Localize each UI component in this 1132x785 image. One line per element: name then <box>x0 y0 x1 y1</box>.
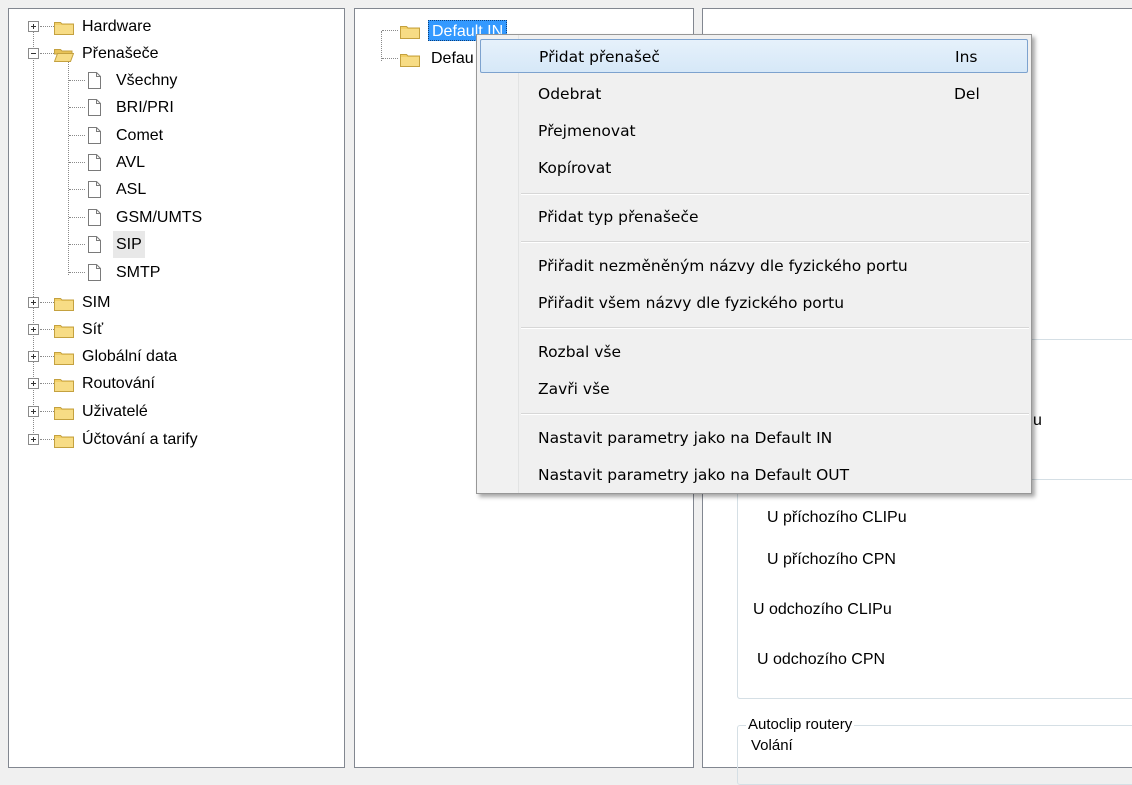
file-icon <box>88 181 101 198</box>
menu-item-label: Přiřadit nezměněným názvy dle fyzického … <box>538 257 908 275</box>
tree-item-label: SIM <box>82 294 111 311</box>
tree-item-sit[interactable]: Síť <box>9 316 339 343</box>
tree-item-label: Routování <box>82 375 155 392</box>
expand-icon[interactable] <box>28 297 39 308</box>
tree-item-label: Všechny <box>116 72 178 89</box>
tree-item-hardware[interactable]: Hardware <box>9 13 339 40</box>
menu-item-odebrat[interactable]: Odebrat Del <box>480 77 1028 111</box>
menu-item-label: Přejmenovat <box>538 122 636 140</box>
volani-label: Volání <box>751 737 793 754</box>
tree-item-label: AVL <box>116 154 146 171</box>
tree-item-label: Comet <box>116 127 164 144</box>
tree-item-label: Účtování a tarify <box>82 431 198 448</box>
menu-item-priradit-vsem[interactable]: Přiřadit všem názvy dle fyzického portu <box>480 286 1028 320</box>
menu-shortcut: Del <box>954 85 980 103</box>
menu-item-pridat-prenasec[interactable]: Přidat přenašeč Ins <box>480 39 1028 73</box>
menu-item-zavri-vse[interactable]: Zavři vše <box>480 372 1028 406</box>
folder-icon <box>54 433 74 448</box>
expand-icon[interactable] <box>28 406 39 417</box>
menu-item-priradit-nezmenenym[interactable]: Přiřadit nezměněným názvy dle fyzického … <box>480 249 1028 283</box>
folder-icon <box>54 377 74 392</box>
file-icon <box>88 99 101 116</box>
tree-item-avl[interactable]: AVL <box>9 149 339 176</box>
tree-item-label: Přenašeče <box>82 45 159 62</box>
menu-separator <box>521 193 1029 195</box>
tree-item-label: SMTP <box>116 264 161 281</box>
tree-item-gsm-umts[interactable]: GSM/UMTS <box>9 204 339 231</box>
u-prichoziho-clipu-label: U příchozího CLIPu <box>767 509 907 526</box>
folder-icon <box>54 20 74 35</box>
file-icon <box>88 264 101 281</box>
expand-icon[interactable] <box>28 324 39 335</box>
menu-item-label: Zavři vše <box>538 380 610 398</box>
tree-item-label: Hardware <box>82 18 152 35</box>
menu-item-label: Kopírovat <box>538 159 612 177</box>
tree-item-routovani[interactable]: Routování <box>9 370 339 397</box>
tree-item-vsechny[interactable]: Všechny <box>9 67 339 94</box>
menu-item-label: Přidat přenašeč <box>539 48 660 66</box>
folder-icon <box>54 405 74 420</box>
tree-item-uctovani[interactable]: Účtování a tarify <box>9 426 339 453</box>
file-icon <box>88 154 101 171</box>
menu-item-label: Rozbal vše <box>538 343 622 361</box>
folder-icon <box>400 24 420 39</box>
tree-item-smtp[interactable]: SMTP <box>9 259 339 286</box>
menu-item-label: Přiřadit všem názvy dle fyzického portu <box>538 294 845 312</box>
tree-item-label: BRI/PRI <box>116 99 174 116</box>
tree-item-label: ASL <box>116 181 147 198</box>
expand-icon[interactable] <box>28 21 39 32</box>
tree-item-comet[interactable]: Comet <box>9 122 339 149</box>
navigation-tree-pane[interactable]: Hardware Přenašeče Všechny BRI/PRI Comet… <box>8 8 345 768</box>
expand-icon[interactable] <box>28 378 39 389</box>
file-icon <box>88 209 101 226</box>
tree-item-bri-pri[interactable]: BRI/PRI <box>9 94 339 121</box>
tree-item-sip[interactable]: SIP <box>9 231 339 258</box>
menu-separator <box>521 241 1029 243</box>
tree-item-prenasece[interactable]: Přenašeče <box>9 40 339 67</box>
tree-item-globalni-data[interactable]: Globální data <box>9 343 339 370</box>
collapse-icon[interactable] <box>28 48 39 59</box>
folder-icon <box>54 350 74 365</box>
menu-item-pridat-typ[interactable]: Přidat typ přenašeče <box>480 200 1028 234</box>
tree-item-uzivatele[interactable]: Uživatelé <box>9 398 339 425</box>
menu-item-rozbal-vse[interactable]: Rozbal vše <box>480 335 1028 369</box>
expand-icon[interactable] <box>28 351 39 362</box>
tree-item-label: GSM/UMTS <box>116 209 203 226</box>
menu-item-label: Přidat typ přenašeče <box>538 208 699 226</box>
tree-item-label: Defau <box>431 50 474 67</box>
menu-separator <box>521 327 1029 329</box>
tree-item-label: Síť <box>82 321 104 338</box>
u-odchoziho-cpn-label: U odchozího CPN <box>757 651 886 668</box>
menu-item-label: Odebrat <box>538 85 602 103</box>
tree-item-asl[interactable]: ASL <box>9 176 339 203</box>
file-icon <box>88 236 101 253</box>
file-icon <box>88 72 101 89</box>
autoclip-title: Autoclip routery <box>746 716 855 733</box>
folder-open-icon <box>54 47 74 62</box>
folder-icon <box>400 52 420 67</box>
folder-icon <box>54 296 74 311</box>
menu-item-label: Nastavit parametry jako na Default IN <box>538 429 833 447</box>
u-odchoziho-clipu-label: U odchozího CLIPu <box>753 601 892 618</box>
menu-item-nastavit-out[interactable]: Nastavit parametry jako na Default OUT <box>480 458 1028 492</box>
tree-item-label: SIP <box>113 231 145 258</box>
expand-icon[interactable] <box>28 434 39 445</box>
context-menu[interactable]: Přidat přenašeč Ins Odebrat Del Přejmeno… <box>476 34 1032 494</box>
menu-item-label: Nastavit parametry jako na Default OUT <box>538 466 850 484</box>
menu-separator <box>521 413 1029 415</box>
u-prichoziho-cpn-label: U příchozího CPN <box>767 551 896 568</box>
tree-item-sim[interactable]: SIM <box>9 289 339 316</box>
partial-label: u <box>1033 412 1042 429</box>
menu-shortcut: Ins <box>955 48 978 66</box>
menu-item-kopirovat[interactable]: Kopírovat <box>480 151 1028 185</box>
tree-item-label: Globální data <box>82 348 178 365</box>
menu-item-nastavit-in[interactable]: Nastavit parametry jako na Default IN <box>480 421 1028 455</box>
file-icon <box>88 127 101 144</box>
tree-item-label: Uživatelé <box>82 403 148 420</box>
folder-icon <box>54 323 74 338</box>
groupbox-autoclip: Autoclip routery <box>737 716 1132 785</box>
menu-item-prejmenovat[interactable]: Přejmenovat <box>480 114 1028 148</box>
